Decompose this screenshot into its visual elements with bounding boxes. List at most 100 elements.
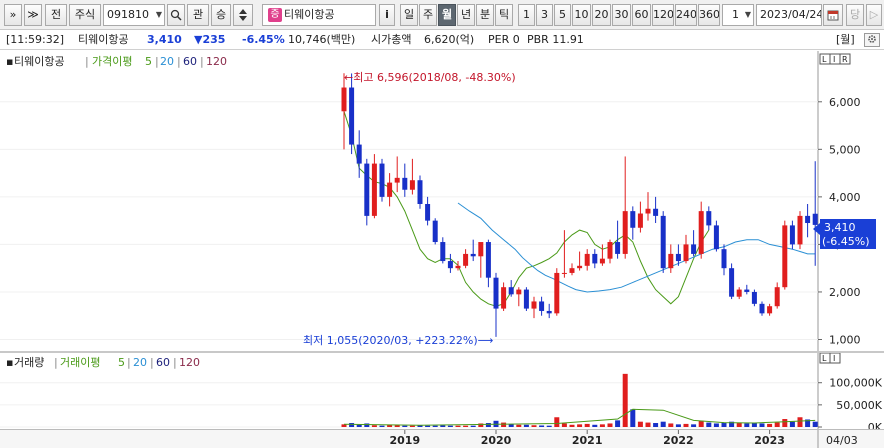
interval-60[interactable]: 60 [632, 4, 651, 26]
chevron-down-icon[interactable]: ▼ [156, 5, 162, 25]
current-price-tag: 3,410 (-6.45%) [813, 219, 876, 249]
volume-tick-label: 0K [868, 421, 883, 429]
period-tab-month[interactable]: 월 [438, 4, 456, 26]
candle-body [425, 204, 431, 221]
price-tick-label: 5,000 [829, 143, 861, 156]
candle-body [539, 301, 545, 311]
seung-button[interactable]: 승 [211, 4, 231, 26]
interval-30[interactable]: 30 [612, 4, 631, 26]
volume-bar [637, 421, 643, 427]
interval-20[interactable]: 20 [592, 4, 611, 26]
volume-bar [470, 425, 476, 427]
candle-body [371, 163, 377, 216]
price-chart[interactable]: 6,0005,0004,0003,0002,0001,000 ▪ 티웨이항공 |… [0, 51, 884, 351]
interval-360[interactable]: 360 [698, 4, 720, 26]
count-select[interactable]: 1 ▼ [722, 4, 754, 26]
volume-bar [546, 425, 552, 427]
volume-tick-label: 50,000K [836, 399, 882, 412]
stock-code-input[interactable]: 091810 ▼ [103, 4, 165, 26]
legend-separator: | [200, 55, 204, 68]
quote-volume: 10,746(백만) [288, 33, 356, 46]
price-tick-label: 4,000 [829, 191, 861, 204]
candle-body [584, 253, 590, 266]
expand-button[interactable]: » [4, 4, 22, 26]
legend-separator: | [85, 55, 89, 68]
search-button[interactable] [167, 4, 185, 26]
volume-bar [653, 423, 659, 427]
candle-body [402, 177, 408, 190]
spin-button[interactable] [233, 4, 253, 26]
search-icon [170, 9, 182, 21]
candle-body [653, 208, 659, 216]
interval-10[interactable]: 10 [572, 4, 591, 26]
candle-body [805, 215, 811, 224]
volume-bar [592, 424, 598, 427]
volume-tick-label: 100,000K [829, 377, 882, 390]
interval-5[interactable]: 5 [554, 4, 571, 26]
candle-body [744, 289, 750, 292]
candle-body [637, 213, 643, 228]
candle-body [508, 287, 514, 295]
volume-chart[interactable]: 100,000K50,000K0K ▪ 거래량 | 거래이평 5 | 20 | … [0, 352, 884, 434]
calendar-button[interactable] [823, 4, 843, 26]
candle-body [417, 180, 423, 204]
price-chart-panel[interactable]: 6,0005,0004,0003,0002,0001,000 ▪ 티웨이항공 |… [0, 51, 884, 351]
pbr-value: PBR 11.91 [527, 33, 584, 46]
interval-240[interactable]: 240 [675, 4, 697, 26]
candle-body [759, 303, 765, 314]
prev-button[interactable]: 전 [45, 4, 67, 26]
candle-body [493, 277, 499, 309]
x-tick-label: 2020 [481, 434, 512, 447]
candle-body [349, 87, 355, 145]
settings-button[interactable] [864, 33, 880, 47]
candle-body [812, 213, 818, 225]
volume-bar [721, 423, 727, 427]
candle-body [751, 291, 757, 304]
legend-separator: | [54, 356, 58, 369]
gwan-button[interactable]: 관 [187, 4, 209, 26]
x-tick-label: 2022 [663, 434, 694, 447]
volume-ma-line [343, 408, 816, 426]
interval-120[interactable]: 120 [652, 4, 674, 26]
volume-bar [767, 423, 773, 427]
quote-name: 티웨이항공 [78, 33, 129, 46]
period-tab-week[interactable]: 주 [419, 4, 437, 26]
interval-1[interactable]: 1 [518, 4, 535, 26]
vol-ctrl-l-label: L [822, 354, 827, 363]
x-tick-label: 2019 [389, 434, 420, 447]
candle-body [387, 182, 393, 197]
price-ma60: 60 [183, 55, 197, 68]
volume-bar [736, 423, 742, 427]
high-annotation: ←최고 6,596(2018/08, -48.30%) [344, 71, 516, 84]
info-button[interactable]: i [379, 4, 395, 26]
market-cap-value: 6,620(억) [424, 33, 475, 46]
candle-body [706, 211, 712, 226]
volume-bar [425, 425, 431, 427]
candle-body [478, 242, 484, 257]
volume-bar [706, 422, 712, 427]
candle-body [432, 220, 438, 243]
date-input[interactable]: 2023/04/24 [756, 4, 822, 26]
chevron-down-icon[interactable]: ▼ [745, 5, 751, 25]
period-tab-minute[interactable]: 분 [476, 4, 494, 26]
scroll-right-button[interactable]: ▷ [866, 4, 882, 26]
stock-name-field[interactable]: 증 티웨이항공 [262, 4, 376, 26]
volume-panel-title: 거래량 [14, 356, 44, 369]
period-tab-tick[interactable]: 틱 [495, 4, 513, 26]
market-select[interactable]: 주식 [69, 4, 101, 26]
candle-body [554, 272, 560, 314]
candle-body [455, 265, 461, 269]
ctrl-r-label: R [842, 55, 848, 64]
period-tab-year[interactable]: 년 [457, 4, 475, 26]
candle-body [645, 208, 651, 214]
dang-button[interactable]: 당 [846, 4, 864, 26]
volume-chart-panel[interactable]: 100,000K 50,000K 0K ▪ 거래량 | 거래이평 5 | 20 | … [0, 352, 884, 434]
legend-separator: | [177, 55, 181, 68]
interval-3[interactable]: 3 [536, 4, 553, 26]
candle-body [615, 242, 621, 254]
legend-separator: | [155, 55, 159, 68]
period-tab-day[interactable]: 일 [400, 4, 418, 26]
collapse-button[interactable]: ≫ [24, 4, 42, 26]
price-tag-pct: (-6.45%) [822, 235, 870, 248]
volume-bar [364, 423, 370, 427]
